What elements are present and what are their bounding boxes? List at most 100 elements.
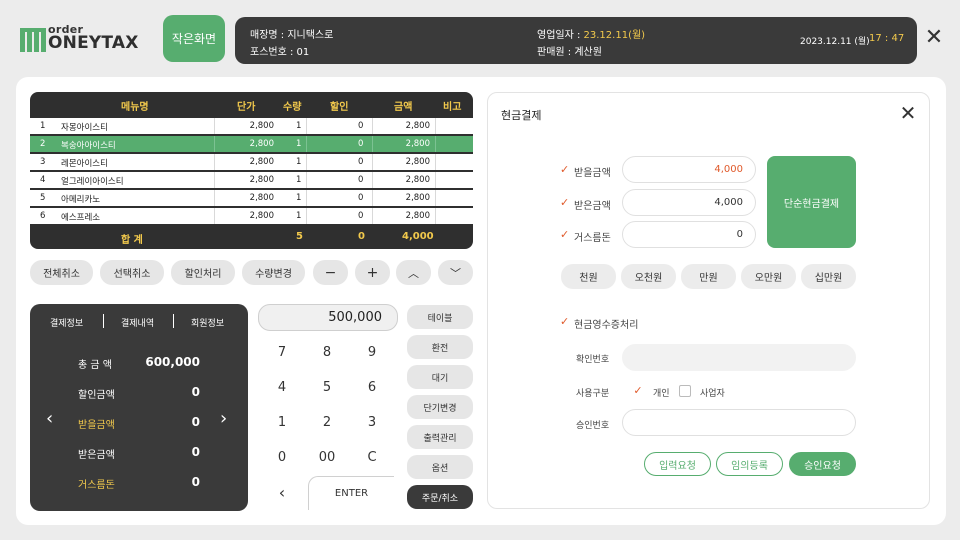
plus-button[interactable]: + — [355, 260, 390, 285]
receivable-label: 받을금액 — [574, 168, 611, 179]
table-row[interactable]: 1 자몽아이스티 2,800 1 0 2,800 — [30, 118, 473, 134]
row-qty: 1 — [296, 139, 302, 149]
row-price: 2,800 — [249, 121, 274, 131]
row-no: 1 — [40, 121, 46, 131]
money-10000-button[interactable]: 만원 — [681, 264, 736, 289]
table-button[interactable]: 테이블 — [407, 305, 473, 329]
col-menu-name: 메뉴명 — [121, 102, 149, 113]
total-label: 합 계 — [121, 235, 143, 246]
confirm-number-label: 확인번호 — [576, 355, 610, 365]
wait-button[interactable]: 대기 — [407, 365, 473, 389]
chevron-left-icon[interactable]: ‹ — [46, 408, 53, 429]
temp-register-button[interactable]: 임의등록 — [716, 452, 783, 476]
cancel-selected-button[interactable]: 선택취소 — [100, 260, 164, 285]
cancel-all-button[interactable]: 전체취소 — [30, 260, 93, 285]
minus-button[interactable]: − — [313, 260, 348, 285]
row-name: 레몬아이스티 — [61, 159, 108, 169]
table-row[interactable]: 6 에스프레소 2,800 1 0 2,800 — [30, 208, 473, 224]
terminal-change-button[interactable]: 단기변경 — [407, 395, 473, 419]
received-amount-label: 받은금액 — [78, 450, 115, 461]
business-date-value: 23.12.11(월) — [583, 30, 646, 41]
simple-cash-payment-button[interactable]: 단순현금결제 — [767, 156, 856, 248]
total-amount-label: 총 금 액 — [78, 360, 112, 371]
table-row-selected[interactable]: 2 복숭아아이스티 2,800 1 0 2,800 — [30, 136, 473, 152]
business-date: 영업일자 : 23.12.11(월) — [537, 26, 645, 41]
cash-receipt-label[interactable]: 현금영수증처리 — [574, 316, 638, 331]
check-icon: ✓ — [560, 315, 570, 328]
change-amount-label: 거스름돈 — [78, 480, 115, 491]
personal-label: 개인 — [653, 389, 670, 399]
key-0[interactable]: 0 — [262, 450, 302, 470]
print-manage-button[interactable]: 출력관리 — [407, 425, 473, 449]
total-amount-value: 600,000 — [145, 355, 200, 369]
receivable-field[interactable]: 4,000 — [622, 156, 756, 183]
current-time: 17 : 47 — [869, 33, 905, 44]
row-qty: 1 — [296, 193, 302, 203]
money-50000-button[interactable]: 오만원 — [741, 264, 796, 289]
scroll-down-button[interactable]: ﹀ — [438, 260, 473, 285]
money-100000-button[interactable]: 십만원 — [801, 264, 856, 289]
business-date-label: 영업일자 : — [537, 30, 584, 41]
total-discount: 0 — [358, 231, 365, 242]
options-button[interactable]: 옵션 — [407, 455, 473, 479]
change-field[interactable]: 0 — [622, 221, 756, 248]
business-checkbox[interactable] — [679, 385, 691, 397]
table-row[interactable]: 5 아메리카노 2,800 1 0 2,800 — [30, 190, 473, 206]
check-icon: ✓ — [560, 163, 570, 176]
current-date: 2023.12.11 (월) — [800, 37, 870, 47]
chevron-right-icon[interactable]: › — [220, 408, 227, 429]
personal-checkbox[interactable]: ✓ — [632, 385, 644, 397]
key-8[interactable]: 8 — [307, 345, 347, 365]
row-price: 2,800 — [249, 175, 274, 185]
row-qty: 1 — [296, 121, 302, 131]
tab-payment-history[interactable]: 결제내역 — [121, 316, 154, 329]
key-clear[interactable]: C — [352, 450, 392, 470]
key-2[interactable]: 2 — [307, 415, 347, 435]
close-icon[interactable]: ✕ — [899, 103, 917, 123]
exchange-button[interactable]: 환전 — [407, 335, 473, 359]
row-amount: 2,800 — [405, 121, 430, 131]
key-7[interactable]: 7 — [262, 345, 302, 365]
store-name: 매장명 : 지니택스로 — [250, 30, 334, 41]
chevron-up-icon: ︿ — [408, 266, 419, 280]
backspace-icon[interactable]: ‹ — [262, 483, 302, 503]
scroll-up-button[interactable]: ︿ — [396, 260, 431, 285]
row-name: 에스프레소 — [61, 213, 101, 223]
money-5000-button[interactable]: 오천원 — [621, 264, 676, 289]
change-label: 거스름돈 — [574, 233, 611, 244]
small-screen-button[interactable]: 작은화면 — [163, 15, 225, 62]
row-no: 5 — [40, 193, 46, 203]
key-00[interactable]: 00 — [307, 450, 347, 470]
input-request-button[interactable]: 입력요청 — [644, 452, 711, 476]
change-qty-button[interactable]: 수량변경 — [242, 260, 305, 285]
discount-button[interactable]: 할인처리 — [171, 260, 235, 285]
row-discount: 0 — [358, 121, 364, 131]
cash-payment-title: 현금결제 — [501, 109, 542, 122]
key-5[interactable]: 5 — [307, 380, 347, 400]
received-field[interactable]: 4,000 — [622, 189, 756, 216]
row-discount: 0 — [358, 157, 364, 167]
order-cancel-button[interactable]: 주문/취소 — [407, 485, 473, 509]
key-3[interactable]: 3 — [352, 415, 392, 435]
key-1[interactable]: 1 — [262, 415, 302, 435]
col-price: 단가 — [237, 102, 256, 113]
table-header: 메뉴명 단가 수량 할인 금액 비고 — [30, 92, 473, 116]
key-4[interactable]: 4 — [262, 380, 302, 400]
approval-number-field[interactable] — [622, 409, 856, 436]
tab-payment-info[interactable]: 결제정보 — [50, 316, 83, 329]
received-amount-value: 0 — [191, 445, 200, 459]
money-1000-button[interactable]: 천원 — [561, 264, 616, 289]
row-no: 4 — [40, 175, 46, 185]
confirm-number-field[interactable] — [622, 344, 856, 371]
cash-payment-panel — [487, 92, 930, 509]
tab-member-info[interactable]: 회원정보 — [191, 316, 224, 329]
key-9[interactable]: 9 — [352, 345, 392, 365]
key-6[interactable]: 6 — [352, 380, 392, 400]
approval-request-button[interactable]: 승인요청 — [789, 452, 856, 476]
order-table: 메뉴명 단가 수량 할인 금액 비고 1 자몽아이스티 2,800 1 0 2,… — [30, 92, 473, 249]
table-row[interactable]: 4 얼그레이아이스티 2,800 1 0 2,800 — [30, 172, 473, 188]
enter-button[interactable]: ENTER — [308, 476, 394, 510]
row-price: 2,800 — [249, 193, 274, 203]
table-row[interactable]: 3 레몬아이스티 2,800 1 0 2,800 — [30, 154, 473, 170]
close-icon[interactable]: ✕ — [924, 27, 944, 49]
